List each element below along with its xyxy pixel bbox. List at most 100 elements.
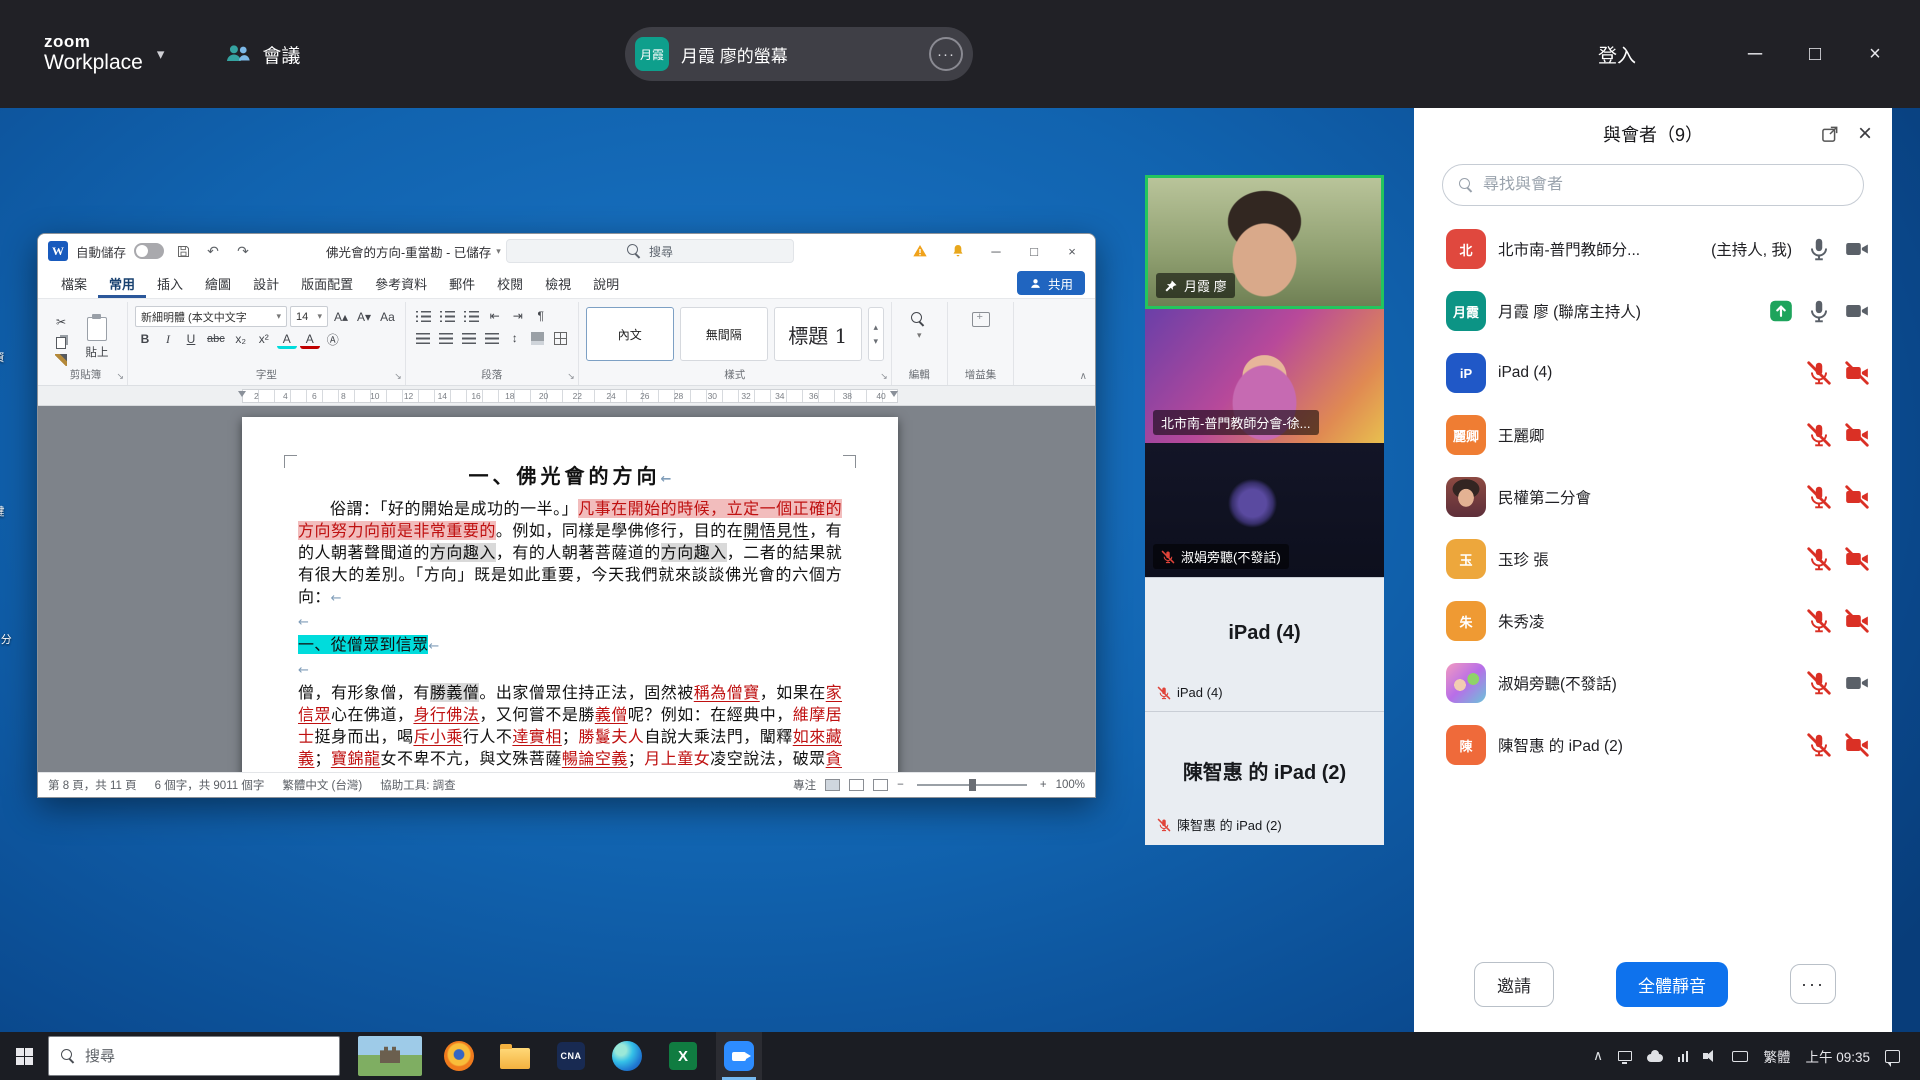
zoom-slider-thumb[interactable] (969, 779, 976, 791)
camera-off-icon[interactable] (1844, 422, 1870, 448)
addins-icon[interactable] (972, 312, 990, 327)
camera-icon[interactable] (1844, 670, 1870, 696)
ribbon-tab-10[interactable]: 說明 (582, 268, 630, 298)
monitor-icon[interactable] (1618, 1051, 1632, 1061)
zoom-level[interactable]: 100% (1056, 779, 1085, 791)
taskbar-cna-icon[interactable]: CNA (548, 1032, 594, 1080)
find-button[interactable]: ▾ (899, 304, 940, 341)
underline-button[interactable]: U (181, 329, 201, 349)
strikethrough-button[interactable]: abc (204, 329, 228, 349)
ribbon-tab-6[interactable]: 參考資料 (364, 268, 438, 298)
accessibility-status[interactable]: 協助工具: 調查 (380, 777, 455, 793)
warning-icon[interactable] (905, 237, 935, 265)
ribbon-tab-1[interactable]: 常用 (98, 268, 146, 298)
signin-button[interactable]: 登入 (1598, 0, 1636, 108)
subscript-button[interactable]: x₂ (231, 329, 251, 349)
dialog-launcher-icon[interactable]: ↘ (116, 371, 124, 382)
indent-marker-left[interactable] (238, 391, 246, 397)
print-layout-icon[interactable] (849, 779, 864, 791)
camera-off-icon[interactable] (1844, 360, 1870, 386)
desktop-icon[interactable]: 資 (0, 340, 34, 365)
justify-button[interactable] (482, 328, 502, 348)
ribbon-tab-2[interactable]: 插入 (146, 268, 194, 298)
mic-muted-icon[interactable] (1806, 670, 1832, 696)
line-spacing-button[interactable]: ↕ (505, 328, 525, 348)
mic-muted-icon[interactable] (1806, 732, 1832, 758)
align-left-button[interactable] (413, 328, 433, 348)
document-share-button[interactable]: 共用 (1017, 271, 1085, 295)
undo-icon[interactable]: ↶ (202, 240, 224, 262)
video-tile[interactable]: 北市南-普門教師分會-徐... (1145, 309, 1384, 443)
participant-row[interactable]: 朱朱秀凌 (1414, 590, 1892, 652)
format-painter-icon[interactable] (55, 354, 67, 366)
shrink-font-button[interactable]: A▾ (354, 307, 374, 327)
action-center-icon[interactable] (1885, 1050, 1906, 1063)
panel-more-button[interactable]: ··· (1790, 964, 1836, 1004)
dialog-launcher-icon[interactable]: ↘ (880, 371, 888, 382)
ime-keyboard-icon[interactable] (1732, 1051, 1748, 1062)
style-2[interactable]: 標題 1 (774, 307, 862, 361)
read-mode-icon[interactable] (825, 779, 840, 791)
mic-icon[interactable] (1806, 236, 1832, 262)
font-color-button[interactable]: A (300, 332, 320, 349)
ribbon-tab-5[interactable]: 版面配置 (290, 268, 364, 298)
video-tile[interactable]: 陳智惠 的 iPad (2)陳智惠 的 iPad (2) (1145, 711, 1384, 845)
taskbar-firefox-icon[interactable] (436, 1032, 482, 1080)
taskbar-zoom-icon[interactable] (716, 1032, 762, 1080)
ruler[interactable]: 246810121416182022242628303234363840 (38, 386, 1095, 406)
save-icon[interactable] (172, 240, 194, 262)
participant-row[interactable]: 淑娟旁聽(不發話) (1414, 652, 1892, 714)
document-title[interactable]: 佛光會的方向-重當勘 - 已儲存 ▾ (326, 242, 501, 261)
word-minimize-button[interactable]: ─ (981, 237, 1011, 265)
document-canvas[interactable]: 一、佛光會的方向←俗謂：「好的開始是成功的一半。」凡事在開始的時候，立定一個正確… (38, 406, 1095, 772)
character-border-button[interactable]: Ⓐ (323, 329, 343, 349)
taskbar-search-input[interactable] (85, 1048, 327, 1065)
word-maximize-button[interactable]: □ (1019, 237, 1049, 265)
word-close-button[interactable]: × (1057, 237, 1087, 265)
mic-muted-icon[interactable] (1806, 608, 1832, 634)
word-count[interactable]: 6 個字，共 9011 個字 (155, 777, 265, 793)
style-1[interactable]: 無間隔 (680, 307, 768, 361)
align-right-button[interactable] (459, 328, 479, 348)
tab-meeting[interactable]: 會議 (224, 40, 300, 68)
dialog-launcher-icon[interactable]: ↘ (567, 371, 575, 382)
paste-button[interactable]: 貼上 (74, 313, 120, 360)
dialog-launcher-icon[interactable]: ↘ (394, 371, 402, 382)
ribbon-tab-0[interactable]: 檔案 (50, 268, 98, 298)
ribbon-tab-3[interactable]: 繪圖 (194, 268, 242, 298)
video-tile[interactable]: 月霞 廖 (1145, 175, 1384, 309)
numbering-button[interactable] (437, 306, 458, 326)
minimize-button[interactable]: ─ (1732, 31, 1778, 77)
close-panel-icon[interactable]: × (1858, 122, 1872, 146)
invite-button[interactable]: 邀請 (1474, 962, 1554, 1007)
mic-icon[interactable] (1806, 298, 1832, 324)
grow-font-button[interactable]: A▴ (331, 307, 351, 327)
mic-muted-icon[interactable] (1806, 422, 1832, 448)
page-indicator[interactable]: 第 8 頁，共 11 頁 (48, 777, 137, 793)
chevron-down-icon[interactable]: ▾ (157, 45, 165, 63)
bell-icon[interactable] (943, 237, 973, 265)
highlight-color-button[interactable]: A (277, 332, 297, 349)
autosave-toggle[interactable] (134, 243, 164, 259)
superscript-button[interactable]: x² (254, 329, 274, 349)
shading-button[interactable] (528, 328, 548, 348)
maximize-button[interactable]: □ (1792, 31, 1838, 77)
clock[interactable]: 上午 09:35 (1805, 1046, 1870, 1066)
cut-icon[interactable]: ✂ (51, 312, 71, 332)
participant-search-box[interactable] (1442, 164, 1864, 206)
mic-muted-icon[interactable] (1806, 546, 1832, 572)
outdent-button[interactable]: ⇤ (485, 306, 505, 326)
pilcrow-button[interactable]: ¶ (531, 306, 551, 326)
onedrive-cloud-icon[interactable] (1647, 1050, 1663, 1062)
participant-row[interactable]: iPiPad (4) (1414, 342, 1892, 404)
more-options-icon[interactable]: ··· (929, 37, 963, 71)
popout-icon[interactable] (1820, 124, 1840, 144)
indent-marker-right[interactable] (890, 391, 898, 397)
camera-off-icon[interactable] (1844, 608, 1870, 634)
camera-icon[interactable] (1844, 298, 1870, 324)
zoom-slider[interactable] (917, 784, 1027, 786)
indent-button[interactable]: ⇥ (508, 306, 528, 326)
network-icon[interactable] (1678, 1050, 1689, 1062)
focus-mode-button[interactable]: 專注 (793, 777, 816, 793)
web-layout-icon[interactable] (873, 779, 888, 791)
